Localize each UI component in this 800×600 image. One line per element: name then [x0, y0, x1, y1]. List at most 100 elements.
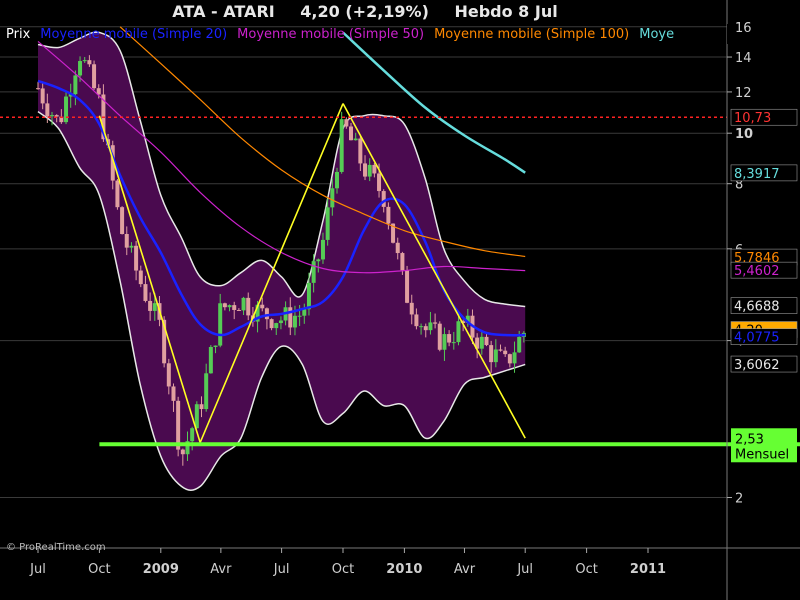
- candle-body-68: [353, 138, 358, 141]
- x-tick-label-8: Jul: [516, 562, 533, 577]
- price-label-2: 5,4602: [734, 264, 780, 279]
- y-tick-label-0: 2: [735, 491, 743, 506]
- candle-body-80: [409, 302, 414, 315]
- support-label: 2,53: [735, 432, 764, 447]
- candle-body-50: [269, 319, 274, 329]
- candle-body-98: [493, 349, 498, 363]
- candle-body-20: [129, 245, 134, 248]
- candle-body-31: [180, 449, 185, 455]
- legend-item-4: Moye: [639, 27, 674, 42]
- candle-body-73: [377, 173, 382, 192]
- legend-item-0: Prix: [6, 27, 31, 42]
- candle-body-55: [292, 315, 297, 328]
- candle-body-63: [330, 188, 335, 208]
- resistance-label: 10,73: [734, 111, 771, 126]
- candle-body-95: [479, 336, 484, 349]
- y-tick-label-5: 12: [735, 86, 752, 101]
- x-tick-label-3: Avr: [210, 562, 232, 577]
- candle-body-90: [456, 321, 461, 343]
- candle-body-49: [264, 308, 269, 320]
- candle-body-86: [437, 323, 442, 350]
- legend: Prix Moyenne mobile (Simple 20) Moyenne mo…: [6, 21, 800, 44]
- x-tick-label-9: Oct: [575, 562, 597, 577]
- candle-body-29: [171, 386, 176, 401]
- candle-body-28: [166, 363, 171, 387]
- candle-body-102: [512, 352, 517, 364]
- candle-body-42: [232, 305, 237, 310]
- candle-body-9: [78, 61, 83, 76]
- candle-body-30: [176, 400, 181, 450]
- candle-body-33: [190, 428, 195, 442]
- y-tick-label-6: 14: [735, 51, 752, 66]
- candle-body-64: [334, 171, 339, 189]
- x-tick-label-1: Oct: [88, 562, 110, 577]
- candle-body-82: [419, 326, 424, 328]
- candle-body-17: [115, 180, 120, 208]
- price-label-3: 4,6688: [734, 300, 780, 315]
- candle-body-43: [236, 309, 241, 311]
- candle-body-78: [400, 253, 405, 271]
- x-tick-label-7: Avr: [454, 562, 476, 577]
- candle-body-35: [199, 404, 204, 410]
- candle-body-56: [297, 315, 302, 317]
- candle-body-6: [64, 96, 69, 123]
- x-tick-label-6: 2010: [386, 562, 422, 577]
- candle-body-60: [316, 259, 321, 262]
- x-tick-label-0: Jul: [29, 562, 46, 577]
- candle-body-74: [381, 191, 386, 207]
- candle-body-69: [358, 138, 363, 164]
- candle-body-22: [138, 270, 143, 285]
- candle-body-41: [227, 305, 232, 308]
- candle-body-103: [517, 336, 522, 353]
- candle-body-83: [423, 326, 428, 331]
- candle-body-79: [405, 270, 410, 303]
- candle-body-2: [45, 103, 50, 117]
- candle-body-96: [484, 336, 489, 346]
- price-label-0: 8,3917: [734, 167, 780, 182]
- legend-item-2: Moyenne mobile (Simple 50): [237, 27, 424, 42]
- candle-body-81: [414, 314, 419, 327]
- legend-item-3: Moyenne mobile (Simple 100): [434, 27, 629, 42]
- candle-body-8: [73, 75, 78, 95]
- candle-body-24: [148, 300, 153, 311]
- candle-body-51: [274, 323, 279, 329]
- candle-body-58: [306, 282, 311, 310]
- price-label-6: 3,6062: [734, 358, 780, 373]
- candle-body-57: [302, 309, 307, 316]
- candle-body-11: [87, 60, 92, 65]
- candle-body-12: [92, 64, 97, 89]
- candle-body-4: [54, 115, 59, 117]
- candle-body-45: [246, 297, 251, 316]
- candle-body-37: [208, 346, 213, 374]
- x-tick-label-10: 2011: [630, 562, 666, 577]
- y-tick-label-4: 10: [735, 127, 753, 142]
- candle-body-85: [433, 322, 438, 324]
- candle-body-54: [288, 307, 293, 328]
- x-tick-label-2: 2009: [143, 562, 179, 577]
- candle-body-61: [320, 239, 325, 260]
- price-chart[interactable]: 246810121416JulOct2009AvrJulOct2010AvrJu…: [0, 0, 800, 600]
- candle-body-67: [349, 126, 354, 141]
- x-tick-label-5: Oct: [332, 562, 354, 577]
- candle-body-65: [339, 119, 344, 172]
- candle-body-19: [124, 233, 129, 248]
- candle-body-66: [344, 119, 349, 127]
- y-tick-label-top: 16: [735, 21, 752, 36]
- candle-body-59: [311, 261, 316, 283]
- candle-body-72: [372, 164, 377, 174]
- candle-body-21: [134, 245, 139, 271]
- watermark: © ProRealTime.com: [6, 542, 106, 553]
- candle-body-99: [498, 349, 503, 351]
- candle-body-18: [120, 207, 125, 234]
- candle-body-10: [82, 60, 87, 62]
- candle-body-101: [507, 354, 512, 364]
- candle-body-25: [152, 303, 157, 311]
- candle-body-84: [428, 322, 433, 331]
- bollinger-fill: [38, 32, 526, 491]
- candle-body-77: [395, 242, 400, 254]
- candle-body-0: [36, 88, 40, 90]
- bollinger-band: [37, 31, 526, 491]
- candle-body-39: [218, 303, 223, 346]
- price-label-5: 4,0775: [734, 331, 780, 346]
- candle-body-48: [260, 304, 265, 309]
